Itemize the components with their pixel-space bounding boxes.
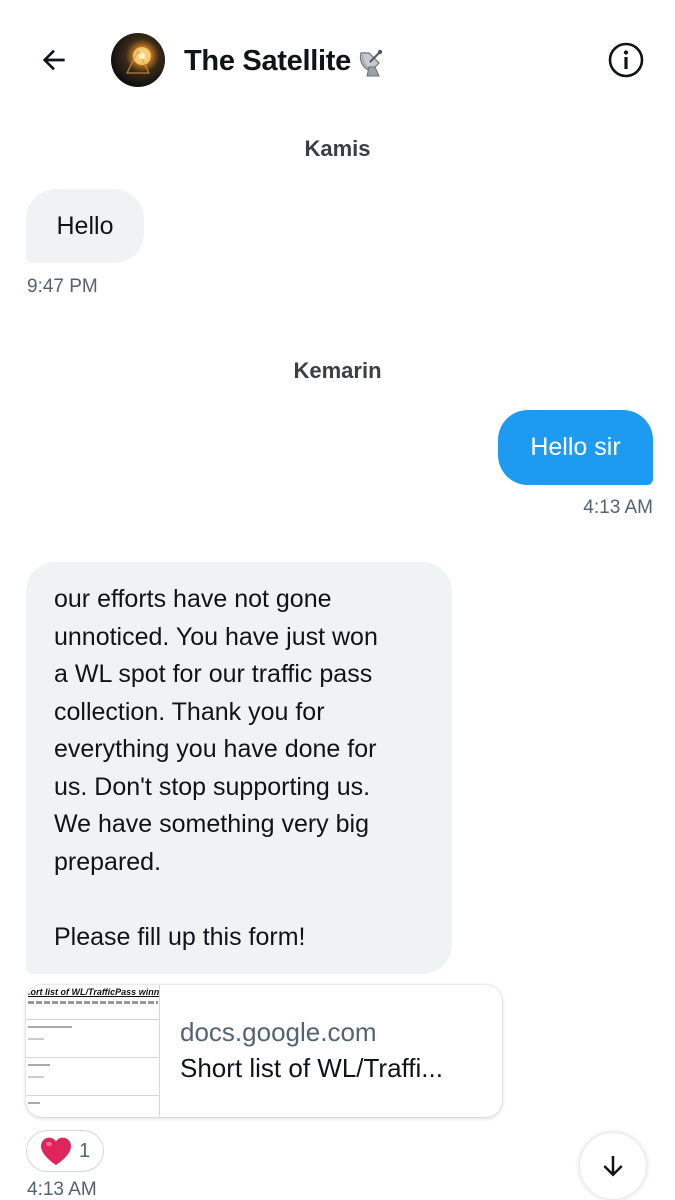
thumbnail-text-line <box>28 1001 158 1004</box>
message-timestamp: 9:47 PM <box>27 276 98 297</box>
reaction-badge[interactable]: 1 <box>26 1130 104 1172</box>
link-domain: docs.google.com <box>180 1017 377 1047</box>
link-preview-card[interactable]: .ort list of WL/TrafficPass winners docs… <box>26 985 502 1117</box>
thumbnail-title: .ort list of WL/TrafficPass winners <box>28 987 160 997</box>
message-line <box>54 881 452 919</box>
conversation-title[interactable]: The Satellite <box>184 40 389 82</box>
message-line: Please fill up this form! <box>54 922 306 951</box>
message-line: a WL spot for our traffic pass <box>54 660 373 688</box>
info-button[interactable] <box>605 39 647 81</box>
message-bubble-incoming[interactable]: our efforts have not gone unnoticed. You… <box>26 562 452 974</box>
message-timestamp: 4:13 AM <box>27 1179 97 1200</box>
avatar[interactable] <box>111 33 165 87</box>
conversation-header: The Satellite <box>0 0 675 120</box>
scroll-to-bottom-button[interactable] <box>580 1133 646 1199</box>
reaction-count: 1 <box>79 1139 91 1162</box>
thumbnail-form-row <box>26 1095 159 1117</box>
day-label: Kamis <box>304 136 371 161</box>
message-line: collection. Thank you for <box>54 697 325 726</box>
thumbnail-form-row <box>26 1019 159 1057</box>
message-bubble-outgoing[interactable]: Hello sir <box>498 410 653 485</box>
heart-icon <box>41 1137 71 1165</box>
message-line: prepared. <box>54 847 162 876</box>
message-bubble-incoming[interactable]: Hello <box>26 189 144 263</box>
day-label: Kemarin <box>293 358 382 383</box>
arrow-down-icon <box>603 1156 623 1177</box>
message-line: us. Don't stop supporting us. <box>54 772 371 801</box>
message-line: unnoticed. You have just won <box>54 622 378 651</box>
info-icon <box>608 42 644 78</box>
message-text: Hello sir <box>530 433 621 461</box>
back-button[interactable] <box>34 40 74 80</box>
arrow-left-icon <box>42 49 65 71</box>
link-thumbnail: .ort list of WL/TrafficPass winners <box>26 985 160 1117</box>
link-title: Short list of WL/Traffi... <box>180 1053 443 1083</box>
satellite-dish-icon <box>353 43 389 79</box>
message-timestamp: 4:13 AM <box>583 497 653 518</box>
page-title: The Satellite <box>184 44 351 77</box>
thumbnail-form-row <box>26 1057 159 1095</box>
message-line: everything you have done for <box>54 735 377 763</box>
message-text: Hello <box>56 212 114 240</box>
message-line: We have something very big <box>54 810 369 838</box>
message-line: our efforts have not gone <box>54 585 332 613</box>
